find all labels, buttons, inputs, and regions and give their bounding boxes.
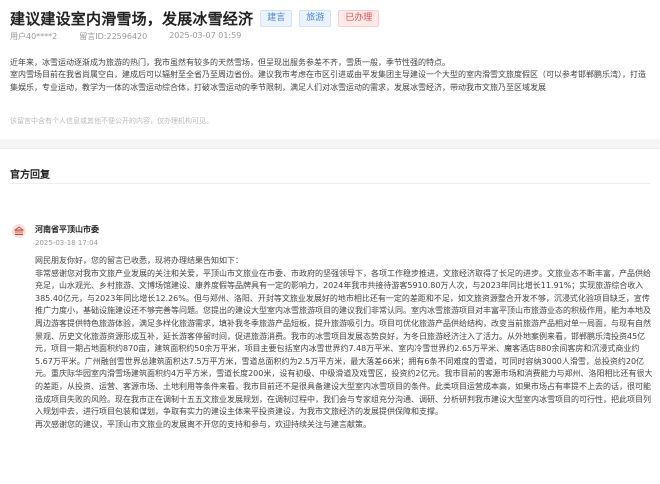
status-badge: 已办理: [338, 9, 380, 27]
reply-paragraph: 非常感谢您对我市文旅产业发展的关注和关爱，平顶山市文旅业在市委、市政府的坚强领导…: [35, 268, 653, 417]
message-paragraph: 近年来，冰雪运动逐渐成为旅游的热门，我市虽然有较多的天然雪场，但呈现出服务参差不…: [10, 58, 450, 67]
reply-org-name: 河南省平顶山市委: [35, 225, 99, 234]
reply-closing: 再次感谢您的建议，平顶山市文旅业的发展离不开您的支持和参与，欢迎持续关注与建言献…: [35, 419, 371, 429]
message-detail-page: 建议建设室内滑雪场，发展冰雪经济 建言 旅游 已办理 用户40****2 留言I…: [0, 0, 660, 484]
government-emblem-icon: [12, 224, 26, 238]
official-reply-heading: 官方回复: [10, 170, 50, 181]
tag-tourism: 旅游: [299, 9, 332, 27]
page-title: 建议建设室内滑雪场，发展冰雪经济: [10, 9, 254, 28]
reply-time: 2025-03-18 17:04: [35, 239, 99, 247]
tag-suggestion: 建言: [260, 9, 293, 27]
divider-line: [0, 148, 660, 149]
title-row: 建议建设室内滑雪场，发展冰雪经济 建言 旅游 已办理: [10, 7, 650, 29]
user-id: 用户40****2: [10, 32, 58, 41]
privacy-note: 该留言中含有个人信息或其他不便公开的内容，仅办理机构可见。: [10, 117, 213, 125]
message-paragraph: 室内雪场目前在我省尚属空白，建成后可以辐射至全省乃至周边省份。建议我市考虑在市区…: [10, 70, 646, 92]
message-time: 2025-03-07 01:59: [169, 31, 242, 40]
message-meta: 用户40****2 留言ID:22596420 2025-03-07 01:59: [10, 31, 263, 42]
reply-greeting: 网民朋友你好，您的留言已收悉，现将办理结果告知如下：: [35, 256, 243, 265]
heading-underline: [10, 183, 650, 184]
message-body: 近年来，冰雪运动逐渐成为旅游的热门，我市虽然有较多的天然雪场，但呈现出服务参差不…: [10, 57, 650, 94]
message-id: 留言ID:22596420: [79, 32, 148, 41]
reply-body: 网民朋友你好，您的留言已收悉，现将办理结果告知如下： 非常感谢您对我市文旅产业发…: [35, 255, 655, 431]
